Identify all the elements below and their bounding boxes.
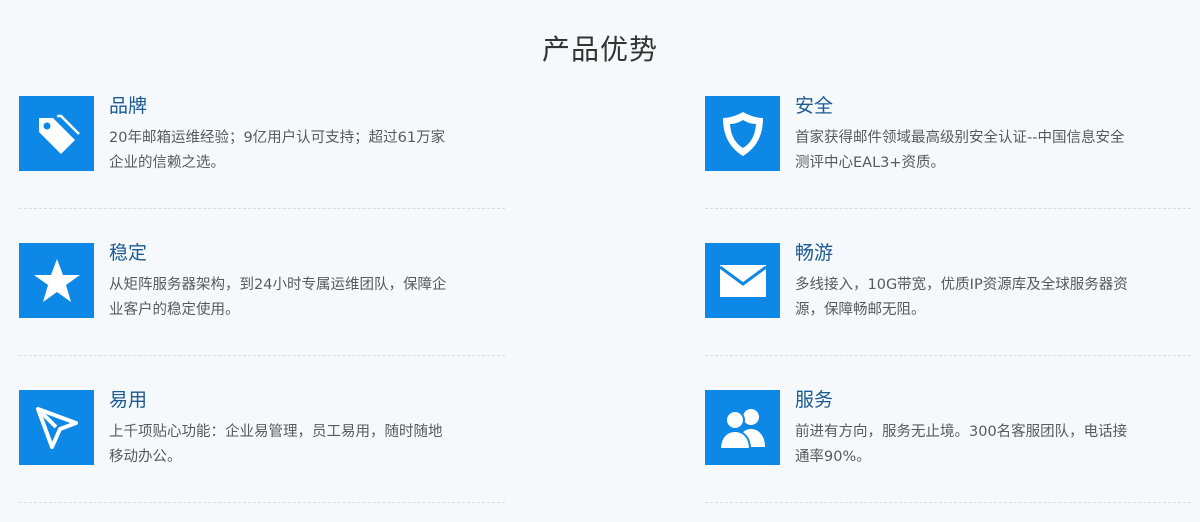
feature-description: 上千项贴心功能：企业易管理，员工易用，随时随地移动办公。 xyxy=(109,424,443,465)
feature-brand: 品牌 20年邮箱运维经验；9亿用户认可支持；超过61万家企业的信赖之选。 xyxy=(19,95,505,209)
cursor-arrow-icon xyxy=(19,390,94,465)
feature-description: 20年邮箱运维经验；9亿用户认可支持；超过61万家企业的信赖之选。 xyxy=(109,130,446,171)
product-advantages-section: 产品优势 品牌 20年邮箱运维经验；9亿用户认可支持；超过61万家企业的信赖之选… xyxy=(0,0,1200,522)
tag-icon xyxy=(19,96,94,171)
feature-title: 服务 xyxy=(795,389,834,411)
feature-description: 多线接入，10G带宽，优质IP资源库及全球服务器资源，保障畅邮无阻。 xyxy=(795,277,1128,318)
shield-icon xyxy=(705,96,780,171)
section-title: 产品优势 xyxy=(541,33,658,66)
feature-title: 易用 xyxy=(109,389,148,411)
star-icon xyxy=(19,243,94,318)
feature-description: 首家获得邮件领域最高级别安全认证--中国信息安全测评中心EAL3+资质。 xyxy=(795,130,1125,171)
feature-description: 从矩阵服务器架构，到24小时专属运维团队，保障企业客户的稳定使用。 xyxy=(109,277,447,318)
feature-title: 畅游 xyxy=(795,242,834,264)
feature-title: 稳定 xyxy=(109,242,148,264)
feature-title: 品牌 xyxy=(109,95,148,117)
feature-stability: 稳定 从矩阵服务器架构，到24小时专属运维团队，保障企业客户的稳定使用。 xyxy=(19,242,505,356)
feature-service: 服务 前进有方向，服务无止境。300名客服团队，电话接通率90%。 xyxy=(705,389,1191,503)
feature-security: 安全 首家获得邮件领域最高级别安全认证--中国信息安全测评中心EAL3+资质。 xyxy=(705,95,1191,209)
feature-smooth-delivery: 畅游 多线接入，10G带宽，优质IP资源库及全球服务器资源，保障畅邮无阻。 xyxy=(705,242,1191,356)
feature-ease-of-use: 易用 上千项贴心功能：企业易管理，员工易用，随时随地移动办公。 xyxy=(19,389,505,503)
feature-title: 安全 xyxy=(795,95,834,117)
feature-description: 前进有方向，服务无止境。300名客服团队，电话接通率90%。 xyxy=(795,424,1128,465)
users-icon xyxy=(705,390,780,465)
envelope-icon xyxy=(705,243,780,318)
